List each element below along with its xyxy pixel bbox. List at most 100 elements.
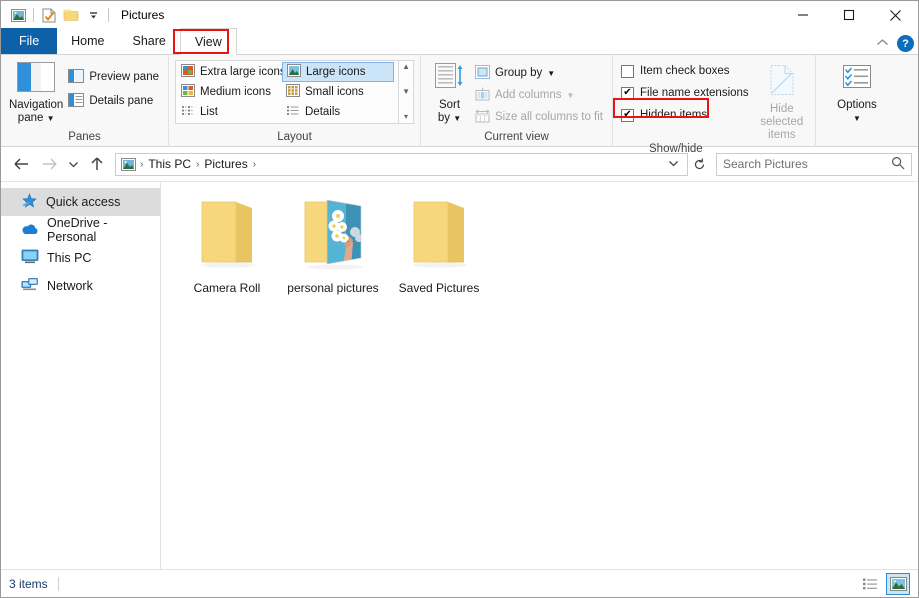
sidebar-item-this-pc-label: This PC xyxy=(47,251,92,265)
medium-icons-icon xyxy=(181,84,195,100)
recent-locations-chevron-icon[interactable] xyxy=(63,151,83,177)
folder-icon xyxy=(400,196,478,275)
layout-scroll-up-icon[interactable]: ▲ xyxy=(402,63,410,71)
this-pc-monitor-icon xyxy=(21,249,39,267)
layout-extra-large-icons[interactable]: Extra large icons xyxy=(177,62,282,82)
file-name-extensions-checkbox[interactable]: ✔ xyxy=(621,86,634,100)
layout-extra-large-icons-label: Extra large icons xyxy=(200,66,282,78)
explorer-icon[interactable] xyxy=(7,4,29,26)
hidden-items-row[interactable]: ✔ Hidden items xyxy=(619,105,751,125)
ribbon-group-layout: Extra large icons Large icons Medium ico… xyxy=(169,55,421,147)
details-pane-label: Details pane xyxy=(89,95,154,107)
hide-selected-items-icon xyxy=(767,64,797,100)
layout-list[interactable]: List xyxy=(177,102,282,122)
file-name-extensions-row[interactable]: ✔ File name extensions xyxy=(619,83,751,103)
window-controls xyxy=(780,1,918,29)
large-icons-view-button[interactable] xyxy=(886,572,910,595)
breadcrumb-separator-2[interactable]: › xyxy=(252,159,257,170)
new-folder-icon[interactable] xyxy=(60,4,82,26)
item-check-boxes-row[interactable]: Item check boxes xyxy=(619,61,751,81)
ribbon-group-layout-label: Layout xyxy=(277,131,312,143)
add-columns-button: Add columns ▼ xyxy=(472,85,606,105)
sidebar-item-quick-access[interactable]: Quick access xyxy=(1,188,160,216)
quick-access-star-icon xyxy=(21,192,38,212)
tab-home[interactable]: Home xyxy=(57,28,118,54)
group-by-chevron-icon[interactable]: ▼ xyxy=(547,69,555,78)
size-all-columns-label: Size all columns to fit xyxy=(494,111,603,123)
ribbon-tab-strip-right: ? xyxy=(876,35,914,52)
group-by-icon xyxy=(474,64,490,82)
ribbon-group-current-view-label: Current view xyxy=(484,131,549,143)
file-list[interactable]: Camera Roll personal pictures Saved Pict… xyxy=(161,182,918,569)
list-item-label: personal pictures xyxy=(287,281,379,295)
network-icon xyxy=(21,277,39,295)
title-bar: Pictures xyxy=(1,1,918,29)
window-title: Pictures xyxy=(121,8,165,22)
navigation-pane-button[interactable]: Navigation pane ▼ xyxy=(7,59,65,125)
layout-small-icons[interactable]: Small icons xyxy=(282,82,394,102)
list-view-icon xyxy=(181,104,195,120)
list-item-label: Camera Roll xyxy=(193,281,261,295)
options-button[interactable]: Options ▼ xyxy=(822,61,892,125)
details-pane-button[interactable]: Details pane xyxy=(65,91,162,111)
minimize-button[interactable] xyxy=(780,1,826,29)
breadcrumb-item-pictures[interactable]: Pictures xyxy=(200,157,251,171)
add-columns-label: Add columns xyxy=(494,89,562,101)
properties-icon[interactable] xyxy=(38,4,60,26)
breadcrumb-root-icon[interactable] xyxy=(118,157,139,171)
sort-by-label: Sort by ▼ xyxy=(437,99,462,124)
details-view-icon xyxy=(286,104,300,120)
customize-qat-chevron-icon[interactable] xyxy=(82,4,104,26)
layout-large-icons[interactable]: Large icons xyxy=(282,62,394,82)
navigation-pane: Quick access OneDrive - Personal This PC… xyxy=(1,182,161,569)
file-explorer-window: Pictures File Home Share View ? Navigati… xyxy=(0,0,919,598)
list-item[interactable]: personal pictures xyxy=(281,196,385,306)
extra-large-icons-icon xyxy=(181,64,195,80)
layout-details[interactable]: Details xyxy=(282,102,394,122)
help-icon[interactable]: ? xyxy=(897,35,914,52)
collapse-ribbon-icon[interactable] xyxy=(876,38,889,50)
back-arrow-icon[interactable] xyxy=(7,151,35,177)
address-dropdown-icon[interactable] xyxy=(662,157,685,171)
layout-scroll-more-icon[interactable]: ▾ xyxy=(404,113,408,121)
details-pane-icon xyxy=(68,92,85,110)
hidden-items-checkbox[interactable]: ✔ xyxy=(621,108,634,122)
sort-by-button[interactable]: Sort by ▼ xyxy=(427,59,472,125)
layout-list-label: List xyxy=(200,106,218,118)
sidebar-item-onedrive[interactable]: OneDrive - Personal xyxy=(1,216,160,244)
search-input[interactable]: Search Pictures xyxy=(723,157,891,171)
preview-pane-button[interactable]: Preview pane xyxy=(65,67,162,87)
details-view-button[interactable] xyxy=(858,573,882,595)
list-item[interactable]: Camera Roll xyxy=(175,196,279,306)
layout-scrollbar[interactable]: ▲ ▼ ▾ xyxy=(399,60,414,124)
list-item[interactable]: Saved Pictures xyxy=(387,196,491,306)
sidebar-item-onedrive-label: OneDrive - Personal xyxy=(47,216,108,244)
close-button[interactable] xyxy=(872,1,918,29)
preview-pane-label: Preview pane xyxy=(89,71,159,83)
ribbon-group-panes-label: Panes xyxy=(68,131,101,143)
maximize-button[interactable] xyxy=(826,1,872,29)
breadcrumb-bar[interactable]: › This PC › Pictures › xyxy=(115,152,688,176)
search-icon[interactable] xyxy=(891,156,905,173)
layout-details-label: Details xyxy=(305,106,341,118)
up-one-level-icon[interactable] xyxy=(83,151,111,177)
breadcrumb-item-this-pc[interactable]: This PC xyxy=(144,157,195,171)
sidebar-item-network[interactable]: Network xyxy=(1,272,160,300)
sort-by-icon xyxy=(433,62,465,96)
layout-scroll-down-icon[interactable]: ▼ xyxy=(402,88,410,96)
layout-large-icons-label: Large icons xyxy=(306,66,366,78)
group-by-button[interactable]: Group by ▼ xyxy=(472,63,606,83)
layout-options-grid: Extra large icons Large icons Medium ico… xyxy=(175,60,400,124)
tab-file[interactable]: File xyxy=(1,28,58,54)
tab-view[interactable]: View xyxy=(179,28,237,55)
item-check-boxes-checkbox[interactable] xyxy=(621,64,634,78)
options-icon xyxy=(841,64,873,96)
ribbon-group-panes: Navigation pane ▼ Preview pane Details p… xyxy=(1,55,169,147)
status-item-count: 3 items xyxy=(9,576,48,591)
tab-share[interactable]: Share xyxy=(119,28,180,54)
view-buttons xyxy=(858,572,910,595)
quick-access-toolbar xyxy=(7,4,113,26)
hidden-items-label: Hidden items xyxy=(640,109,708,121)
sidebar-item-this-pc[interactable]: This PC xyxy=(1,244,160,272)
layout-medium-icons[interactable]: Medium icons xyxy=(177,82,282,102)
